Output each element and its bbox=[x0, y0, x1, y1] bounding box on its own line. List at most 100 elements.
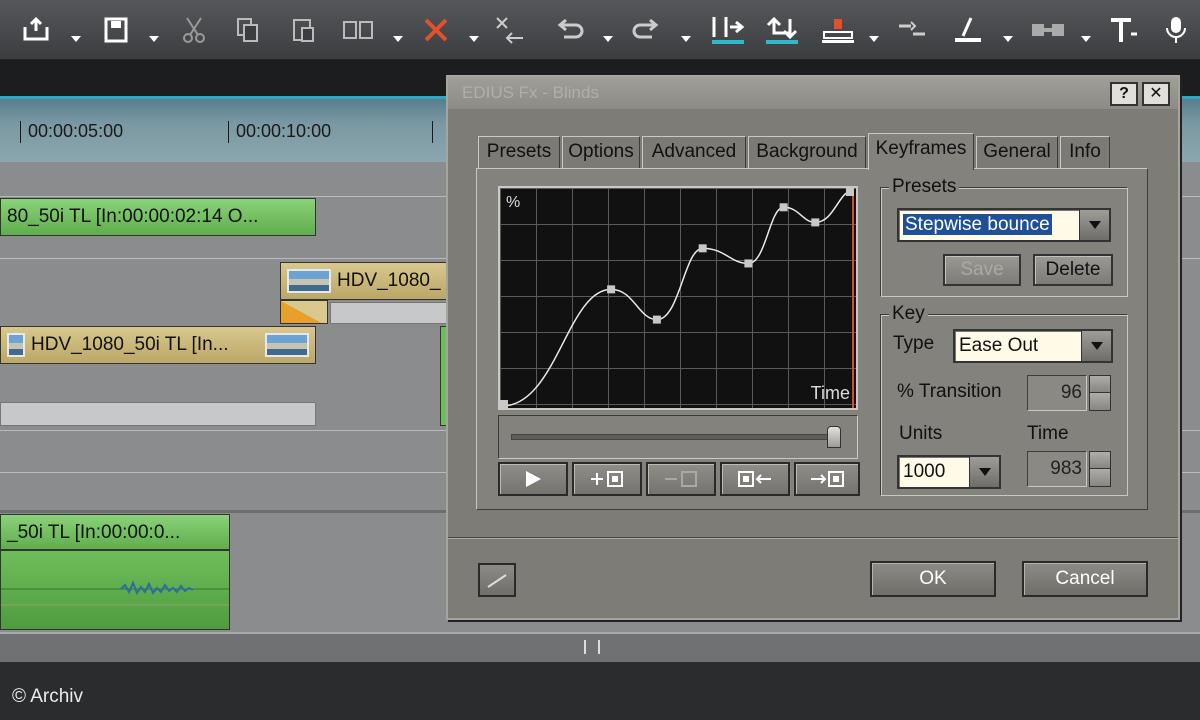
presets-group: Presets Stepwise bounce Save Delete bbox=[880, 176, 1128, 297]
chevron-down-icon[interactable] bbox=[392, 34, 404, 44]
chevron-down-icon[interactable] bbox=[1081, 331, 1111, 361]
save-preset-button[interactable]: Save bbox=[943, 254, 1021, 286]
time-slider[interactable] bbox=[498, 415, 858, 459]
save-icon[interactable] bbox=[100, 14, 132, 46]
audio-clip[interactable] bbox=[0, 550, 230, 630]
dialog-separator bbox=[448, 537, 1178, 539]
clip-label: HDV_1080_50i TL [In... bbox=[31, 334, 229, 355]
replace-icon[interactable] bbox=[342, 14, 374, 46]
blinds-dialog: EDIUS Fx - Blinds ? ✕ Presets Options Ad… bbox=[446, 75, 1180, 620]
time-stepper[interactable] bbox=[1089, 451, 1111, 487]
trim-icon[interactable] bbox=[952, 14, 984, 46]
dialog-title: EDIUS Fx - Blinds bbox=[462, 83, 599, 102]
transition-marker[interactable] bbox=[280, 300, 328, 324]
presets-group-label: Presets bbox=[889, 176, 960, 198]
clip-label: HDV_1080_ bbox=[337, 270, 441, 291]
key-group: Key Type Ease Out % Transition 96 Units … bbox=[880, 303, 1128, 496]
copy-icon[interactable] bbox=[232, 14, 264, 46]
overwrite-icon[interactable] bbox=[762, 14, 802, 46]
prev-keyframe-button[interactable] bbox=[720, 462, 790, 496]
keyframe-point[interactable] bbox=[607, 285, 616, 294]
keyframe-curve bbox=[500, 188, 855, 408]
keyframe-point[interactable] bbox=[811, 218, 820, 227]
tab-info[interactable]: Info bbox=[1060, 136, 1110, 168]
keyframe-point[interactable] bbox=[652, 315, 661, 324]
chevron-down-icon[interactable] bbox=[969, 457, 999, 487]
mark-in-icon[interactable] bbox=[818, 14, 858, 46]
ok-button[interactable]: OK bbox=[870, 561, 996, 597]
units-value: 1000 bbox=[903, 461, 946, 482]
transition-field[interactable]: 96 bbox=[1027, 375, 1087, 411]
clip-bar bbox=[330, 302, 450, 324]
add-keyframe-button[interactable] bbox=[572, 462, 642, 496]
clip-thumbnail bbox=[265, 333, 309, 357]
keyframe-point[interactable] bbox=[744, 259, 753, 268]
chevron-down-icon[interactable] bbox=[680, 34, 692, 44]
title-icon[interactable] bbox=[1108, 14, 1140, 46]
keyframe-point[interactable] bbox=[846, 188, 854, 196]
keyframe-graph[interactable]: % Time bbox=[498, 186, 858, 410]
keyframe-point[interactable] bbox=[779, 203, 788, 212]
chevron-down-icon[interactable] bbox=[148, 34, 160, 44]
chevron-down-icon[interactable] bbox=[1079, 210, 1109, 240]
undo-icon[interactable] bbox=[554, 14, 586, 46]
main-toolbar bbox=[0, 0, 1200, 60]
tab-presets[interactable]: Presets bbox=[478, 136, 560, 168]
timeline-clip[interactable]: _50i TL [In:00:00:0... bbox=[0, 514, 230, 550]
time-field[interactable]: 983 bbox=[1027, 451, 1087, 487]
transition-stepper[interactable] bbox=[1089, 375, 1111, 411]
chevron-down-icon[interactable] bbox=[1002, 34, 1014, 44]
timeline-clip[interactable]: HDV_1080_50i TL [In... bbox=[0, 326, 316, 364]
chevron-down-icon[interactable] bbox=[868, 34, 880, 44]
split-icon[interactable] bbox=[896, 14, 928, 46]
transition-label: % Transition bbox=[897, 381, 1002, 402]
paste-icon[interactable] bbox=[288, 14, 320, 46]
type-select[interactable]: Ease Out bbox=[953, 329, 1113, 363]
export-icon[interactable] bbox=[20, 14, 52, 46]
delete-icon[interactable] bbox=[420, 14, 452, 46]
cut-icon[interactable] bbox=[178, 14, 210, 46]
clip-label: _50i TL [In:00:00:0... bbox=[7, 522, 181, 543]
clip-thumbnail bbox=[287, 268, 331, 293]
tab-background[interactable]: Background bbox=[748, 136, 866, 168]
preset-select[interactable]: Stepwise bounce bbox=[897, 208, 1111, 242]
mic-icon[interactable] bbox=[1160, 14, 1192, 46]
chevron-down-icon[interactable] bbox=[602, 34, 614, 44]
timeline-clip[interactable]: 80_50i TL [In:00:00:02:14 O... bbox=[0, 198, 316, 236]
insert-icon[interactable] bbox=[708, 14, 748, 46]
keyframe-point[interactable] bbox=[500, 400, 508, 408]
slider-groove bbox=[511, 434, 841, 440]
tab-advanced[interactable]: Advanced bbox=[642, 136, 746, 168]
tab-keyframes[interactable]: Keyframes bbox=[868, 133, 974, 170]
chevron-down-icon[interactable] bbox=[1080, 34, 1092, 44]
keyframe-point[interactable] bbox=[698, 244, 707, 253]
dialog-titlebar[interactable]: EDIUS Fx - Blinds ? ✕ bbox=[448, 77, 1178, 109]
key-group-label: Key bbox=[889, 303, 928, 325]
preset-selected-value: Stepwise bounce bbox=[903, 214, 1052, 235]
status-bar bbox=[0, 662, 1200, 720]
link-icon[interactable] bbox=[1028, 14, 1068, 46]
next-keyframe-button[interactable] bbox=[794, 462, 860, 496]
tab-options[interactable]: Options bbox=[562, 136, 640, 168]
chevron-down-icon[interactable] bbox=[70, 34, 82, 44]
resize-icon[interactable] bbox=[478, 563, 516, 597]
scroll-grip-icon[interactable] bbox=[584, 640, 600, 654]
redo-icon[interactable] bbox=[630, 14, 662, 46]
ripple-delete-icon[interactable] bbox=[494, 14, 526, 46]
remove-keyframe-button[interactable] bbox=[646, 462, 716, 496]
curve-line bbox=[501, 189, 855, 407]
close-button[interactable]: ✕ bbox=[1142, 82, 1170, 106]
delete-preset-button[interactable]: Delete bbox=[1033, 254, 1113, 286]
timeline-scrollbar[interactable] bbox=[0, 632, 1200, 662]
ruler-label: 00:00:05:00 bbox=[28, 121, 124, 141]
cancel-button[interactable]: Cancel bbox=[1022, 561, 1148, 597]
tab-general[interactable]: General bbox=[976, 136, 1058, 168]
chevron-down-icon[interactable] bbox=[468, 34, 480, 44]
help-button[interactable]: ? bbox=[1110, 82, 1138, 106]
units-select[interactable]: 1000 bbox=[897, 455, 1001, 489]
units-label: Units bbox=[899, 423, 943, 444]
play-button[interactable] bbox=[498, 462, 568, 496]
clip-bar bbox=[0, 402, 316, 426]
slider-thumb[interactable] bbox=[827, 426, 842, 448]
timeline-clip[interactable]: HDV_1080_ bbox=[280, 262, 450, 300]
